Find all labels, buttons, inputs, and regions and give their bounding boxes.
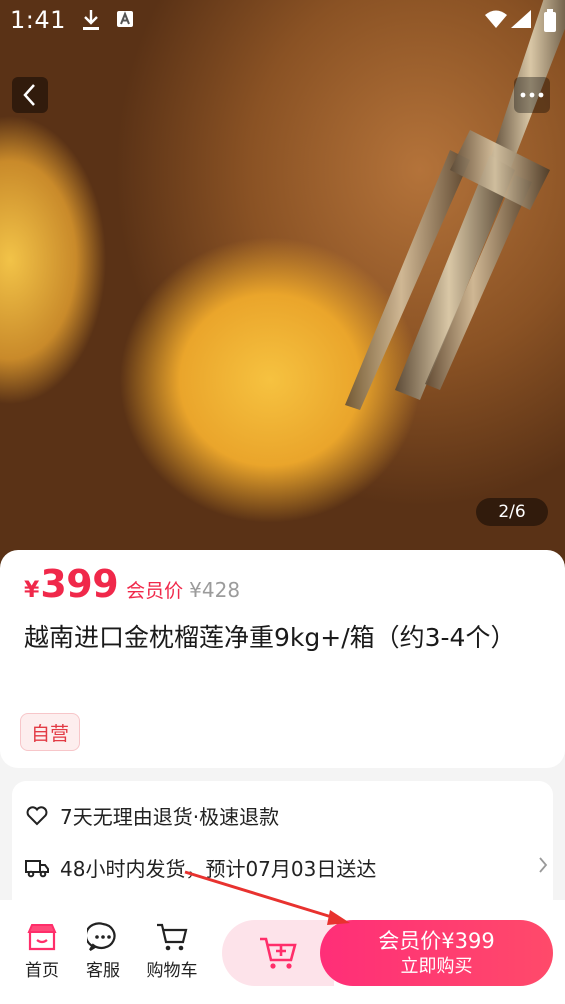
- fork-illustration: [345, 0, 565, 410]
- nav-cart[interactable]: 购物车: [142, 922, 202, 981]
- add-to-cart-button[interactable]: [222, 920, 334, 986]
- a-box-icon: [117, 11, 133, 27]
- price-currency: ¥: [24, 578, 40, 603]
- heart-icon: [24, 803, 50, 829]
- product-info-card: ¥ 399 会员价 ¥428 越南进口金枕榴莲净重9kg+/箱（约3-4个） 自…: [0, 550, 565, 768]
- nav-cart-label: 购物车: [146, 961, 198, 981]
- buy-now-label: 立即购买: [400, 956, 473, 977]
- shipping-text: 48小时内发货，预计07月03日送达: [60, 857, 377, 881]
- nav-service-label: 客服: [86, 961, 120, 981]
- wifi-icon: [485, 10, 507, 28]
- returns-policy-text: 7天无理由退货·极速退款: [60, 805, 280, 829]
- returns-policy-row[interactable]: 7天无理由退货·极速退款: [24, 801, 279, 830]
- buy-now-price: 会员价¥399: [378, 929, 495, 953]
- battery-icon: [544, 9, 556, 32]
- chat-bubble-icon: [87, 922, 116, 951]
- buy-now-button[interactable]: 会员价¥399 立即购买: [320, 920, 553, 986]
- status-time: 1:41: [10, 6, 66, 34]
- price-row: ¥ 399 会员价 ¥428: [24, 562, 240, 606]
- original-price: ¥428: [189, 578, 241, 602]
- nav-customer-service[interactable]: 客服: [73, 922, 133, 981]
- more-button[interactable]: [514, 77, 550, 113]
- bottom-action-bar: 首页 客服 购物车 会员价¥399 立即购买: [0, 900, 565, 1004]
- cart-plus-icon: [260, 937, 297, 969]
- member-price-label: 会员价: [126, 580, 184, 602]
- self-operated-badge: 自营: [20, 713, 80, 751]
- back-button[interactable]: [12, 77, 48, 113]
- member-price: 399: [40, 562, 119, 606]
- nav-home[interactable]: 首页: [12, 922, 72, 981]
- chevron-left-icon: [23, 84, 35, 106]
- signal-icon: [511, 10, 531, 28]
- product-image[interactable]: [0, 0, 565, 575]
- nav-home-label: 首页: [25, 961, 59, 981]
- chevron-right-icon: [539, 857, 548, 873]
- storefront-icon: [27, 924, 57, 951]
- status-bar: 1:41: [0, 0, 565, 40]
- truck-icon: [24, 855, 50, 881]
- download-icon: [83, 10, 99, 30]
- image-counter: 2/6: [476, 498, 548, 526]
- shipping-row[interactable]: 48小时内发货，预计07月03日送达: [24, 853, 549, 882]
- more-dots-icon: [520, 92, 544, 98]
- product-title: 越南进口金枕榴莲净重9kg+/箱（约3-4个）: [24, 623, 516, 652]
- cart-icon: [157, 923, 188, 951]
